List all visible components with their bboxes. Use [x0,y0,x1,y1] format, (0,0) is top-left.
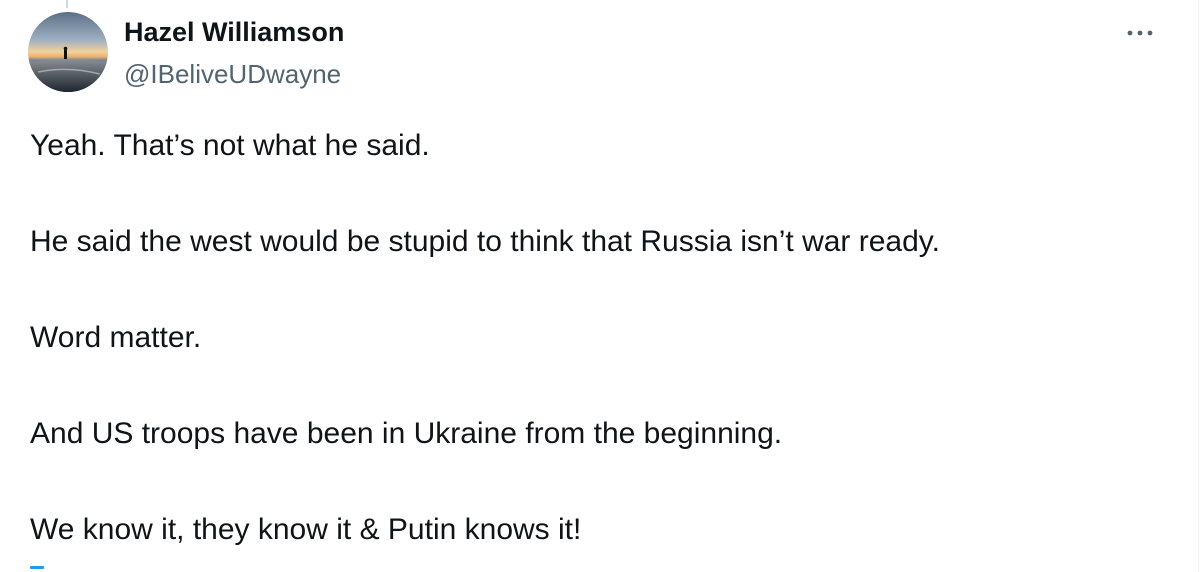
more-horizontal-icon [1127,30,1153,36]
truncated-link-fragment[interactable] [30,566,44,569]
more-options-button[interactable] [1120,18,1160,48]
tweet-text: Yeah. That’s not what he said. He said t… [30,128,1180,548]
tweet-paragraph: We know it, they know it & Putin knows i… [30,513,582,546]
avatar[interactable] [28,12,108,92]
tweet-paragraph: And US troops have been in Ukraine from … [30,417,783,450]
tweet-paragraph: Word matter. [30,321,202,354]
tweet-card[interactable]: Hazel Williamson @IBeliveUDwayne Yeah. T… [0,0,1200,572]
tweet-paragraph: Yeah. That’s not what he said. [30,129,430,162]
author-name[interactable]: Hazel Williamson [124,15,344,49]
thread-connector-line [66,0,68,8]
card-right-border [1198,0,1199,572]
author-handle[interactable]: @IBeliveUDwayne [124,57,341,91]
avatar-beach-sunset-image [28,12,108,92]
tweet-paragraph: He said the west would be stupid to thin… [30,225,940,258]
